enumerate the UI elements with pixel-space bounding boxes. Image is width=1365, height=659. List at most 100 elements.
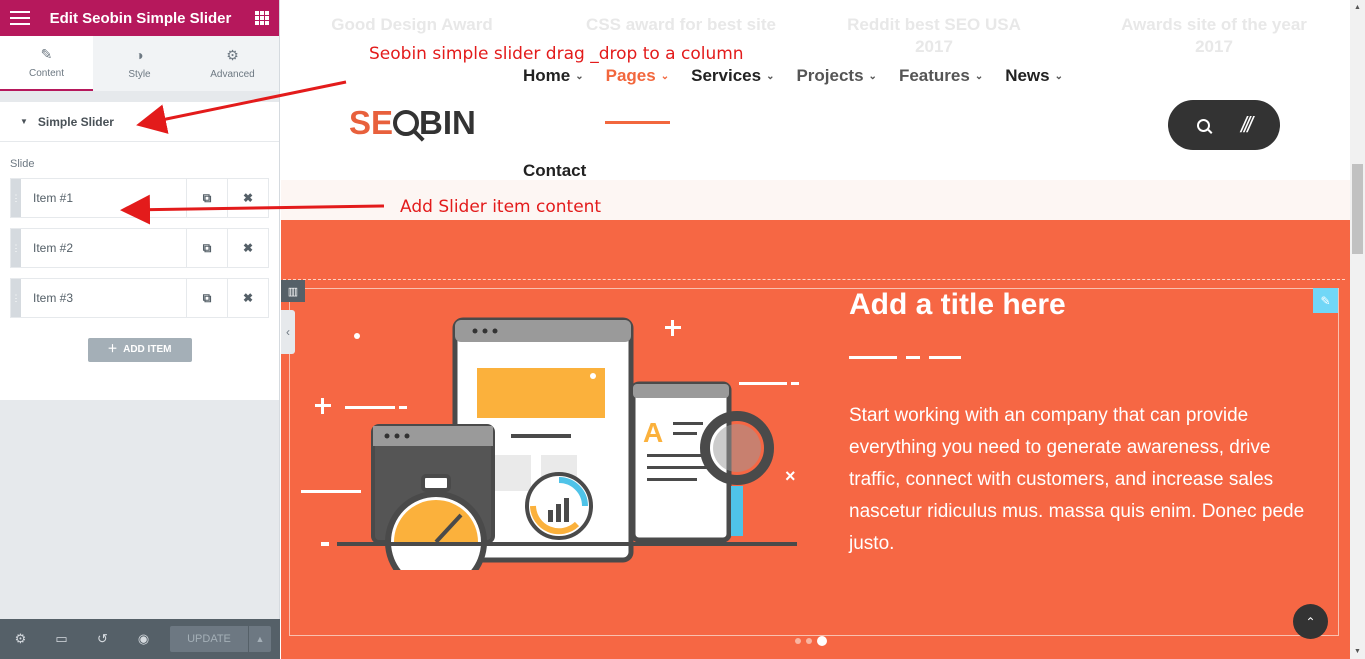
remove-icon[interactable]: ✖ xyxy=(227,179,268,217)
chevron-down-icon: ⌄ xyxy=(660,70,670,82)
settings-icon[interactable]: ⚙ xyxy=(0,619,41,659)
nav-item-projects[interactable]: Projects ⌄ xyxy=(796,66,876,86)
site-logo[interactable]: SE BIN xyxy=(349,104,476,142)
award-item: CSS award for best site xyxy=(586,15,776,34)
repeater-item[interactable]: ⋮ Item #1 ⧉ ✖ xyxy=(10,178,269,218)
header-tools: /// xyxy=(1168,100,1280,150)
plus-icon: ＋ xyxy=(107,344,118,355)
slide-description: Start working with an company that can p… xyxy=(849,405,1305,554)
slider-dots xyxy=(795,636,827,646)
nav-label: Features xyxy=(898,66,970,85)
duplicate-icon[interactable]: ⧉ xyxy=(186,179,227,217)
slider-dot[interactable] xyxy=(795,638,801,644)
tab-advanced-label: Advanced xyxy=(210,68,255,80)
slider-dot-active[interactable] xyxy=(817,636,827,646)
panel-header: Edit Seobin Simple Slider xyxy=(0,0,279,36)
collapse-panel-icon[interactable]: ‹ xyxy=(281,310,295,354)
logo-text-se: SE xyxy=(349,104,394,141)
repeater-item[interactable]: ⋮ Item #3 ⧉ ✖ xyxy=(10,278,269,318)
svg-text:×: × xyxy=(785,466,796,486)
nav-item-features[interactable]: Features ⌄ xyxy=(899,66,983,86)
drag-handle-icon[interactable]: ⋮ xyxy=(11,179,21,217)
tab-style-label: Style xyxy=(128,68,151,80)
award-item: Good Design Award xyxy=(331,15,493,34)
award-item: Reddit best SEO USA 2017 xyxy=(847,15,1021,56)
update-button[interactable]: UPDATE xyxy=(170,626,248,652)
gear-icon: ⚙ xyxy=(226,46,239,63)
slide-title: Add a title here xyxy=(849,288,1066,321)
section-toggle-simple-slider[interactable]: ▼ Simple Slider xyxy=(0,102,279,142)
nav-label: Projects xyxy=(796,66,864,85)
panel-footer: ⚙ ▭ ↺ ◉ UPDATE ▲ xyxy=(0,619,280,659)
nav-label: News xyxy=(1005,66,1050,85)
tab-content[interactable]: ✎ Content xyxy=(0,36,93,91)
tab-style[interactable]: ◑ Style xyxy=(93,36,186,91)
widgets-grid-icon[interactable] xyxy=(255,11,269,25)
chevron-down-icon: ⌄ xyxy=(766,70,775,82)
nav-active-underline xyxy=(605,121,670,124)
nav-item-news[interactable]: News ⌄ xyxy=(1005,66,1063,86)
update-options-caret-icon[interactable]: ▲ xyxy=(249,626,271,652)
section-outline xyxy=(283,279,1345,280)
panel-tabs: ✎ Content ◑ Style ⚙ Advanced xyxy=(0,36,279,92)
nav-label: Services xyxy=(691,66,762,85)
page-scrollbar[interactable]: ▲ ▼ xyxy=(1350,0,1365,659)
menu-icon[interactable] xyxy=(10,11,30,25)
repeater-item[interactable]: ⋮ Item #2 ⧉ ✖ xyxy=(10,228,269,268)
drag-handle-icon[interactable]: ⋮ xyxy=(11,279,21,317)
column-handle-icon[interactable]: ▥ xyxy=(281,280,305,302)
menu-slashes-icon[interactable]: /// xyxy=(1239,112,1253,138)
chevron-down-icon: ⌄ xyxy=(575,70,584,82)
remove-icon[interactable]: ✖ xyxy=(227,279,268,317)
logo-text-bin: BIN xyxy=(419,104,476,141)
annotation-drag-note: Seobin simple slider drag _drop to a col… xyxy=(369,44,744,64)
remove-icon[interactable]: ✖ xyxy=(227,229,268,267)
slide-field-label: Slide xyxy=(10,158,35,170)
nav-item-contact[interactable]: Contact xyxy=(523,161,586,181)
history-icon[interactable]: ↺ xyxy=(82,619,123,659)
nav-item-services[interactable]: Services ⌄ xyxy=(691,66,774,86)
magnifier-logo-icon xyxy=(393,110,420,136)
chevron-down-icon: ⌄ xyxy=(1054,70,1064,82)
contrast-icon: ◑ xyxy=(135,46,144,63)
scroll-down-arrow-icon[interactable]: ▼ xyxy=(1350,644,1365,659)
section-title: Simple Slider xyxy=(37,114,114,129)
edit-widget-pencil-icon[interactable]: ✎ xyxy=(1313,288,1338,313)
page-preview: Good Design Award CSS award for best sit… xyxy=(281,0,1350,659)
nav-item-pages[interactable]: Pages ⌄ xyxy=(606,66,669,86)
nav-item-home[interactable]: Home ⌄ xyxy=(523,66,584,86)
repeater-item-title[interactable]: Item #2 xyxy=(21,229,186,267)
nav-label: Home xyxy=(523,66,571,85)
back-to-top-icon[interactable]: ⌃ xyxy=(1293,604,1328,639)
add-item-button[interactable]: ＋ ADD ITEM xyxy=(87,338,192,362)
svg-text:A: A xyxy=(643,417,663,448)
repeater-item-title[interactable]: Item #3 xyxy=(21,279,186,317)
drag-handle-icon[interactable]: ⋮ xyxy=(11,229,21,267)
slider-dot[interactable] xyxy=(806,638,812,644)
chevron-down-icon: ⌄ xyxy=(868,70,877,82)
panel-title: Edit Seobin Simple Slider xyxy=(49,9,232,27)
award-item: Awards site of the year 2017 xyxy=(1121,15,1307,56)
annotation-item-note: Add Slider item content xyxy=(400,197,602,217)
caret-down-icon: ▼ xyxy=(20,117,28,126)
nav-label: Pages xyxy=(605,66,656,85)
tab-content-label: Content xyxy=(28,67,65,79)
scroll-up-arrow-icon[interactable]: ▲ xyxy=(1350,0,1365,15)
editor-panel: Edit Seobin Simple Slider ✎ Content ◑ St… xyxy=(0,0,280,659)
search-icon[interactable] xyxy=(1197,118,1211,132)
pencil-icon: ✎ xyxy=(40,45,53,62)
main-nav: Home ⌄ Pages ⌄ Services ⌄ Projects ⌄ Feature… xyxy=(523,66,1085,86)
chevron-down-icon: ⌄ xyxy=(974,70,984,82)
duplicate-icon[interactable]: ⧉ xyxy=(186,279,227,317)
repeater-item-title[interactable]: Item #1 xyxy=(21,179,186,217)
slide-title-divider xyxy=(849,356,961,359)
responsive-desktop-icon[interactable]: ▭ xyxy=(41,619,82,659)
tab-advanced[interactable]: ⚙ Advanced xyxy=(186,36,279,91)
panel-content: ▼ Simple Slider Slide ⋮ Item #1 ⧉ ✖ ⋮ It… xyxy=(0,102,279,400)
scrollbar-thumb[interactable] xyxy=(1352,164,1363,254)
duplicate-icon[interactable]: ⧉ xyxy=(186,229,227,267)
slider-section: ▥ ‹ ✎ A × Add a title here Start working… xyxy=(281,220,1350,659)
preview-eye-icon[interactable]: ◉ xyxy=(123,619,164,659)
add-item-label: ADD ITEM xyxy=(123,344,172,355)
slide-illustration: A × xyxy=(301,317,799,570)
